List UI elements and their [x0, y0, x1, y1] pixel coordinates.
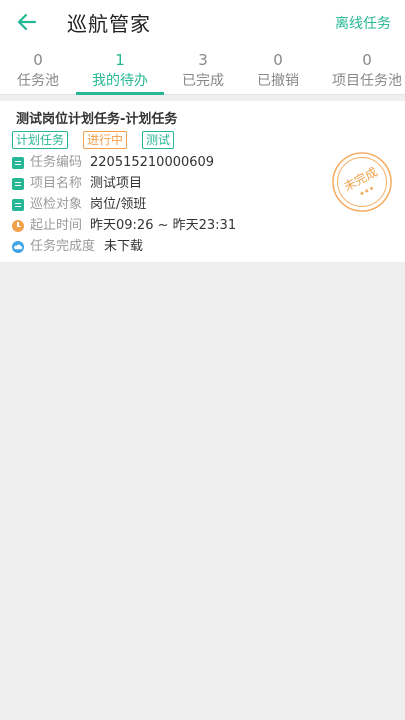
- tag-status-in-progress: 进行中: [83, 131, 128, 149]
- field-value: 测试项目: [90, 176, 143, 191]
- tab-count: 0: [362, 51, 372, 69]
- tab-task-pool[interactable]: 0 任务池: [0, 52, 76, 95]
- document-icon: [12, 178, 24, 190]
- tab-bar: 0 任务池 1 我的待办 3 已完成 0 已撤销 0 项目任务池: [0, 44, 405, 95]
- active-tab-indicator: [76, 92, 164, 95]
- document-icon: [12, 157, 24, 169]
- document-icon: [12, 199, 24, 211]
- incomplete-stamp: 未完成 ★★★: [332, 152, 392, 212]
- tab-revoked[interactable]: 0 已撤销: [242, 52, 314, 95]
- task-title: 测试岗位计划任务-计划任务: [16, 112, 178, 127]
- field-label: 巡检对象: [30, 197, 83, 212]
- cloud-icon: [12, 241, 24, 253]
- tab-label: 任务池: [17, 73, 59, 89]
- field-label: 任务完成度: [30, 239, 96, 254]
- field-label: 项目名称: [30, 176, 83, 191]
- tab-label: 已完成: [182, 73, 224, 89]
- tab-completed[interactable]: 3 已完成: [164, 52, 242, 95]
- tab-label: 项目任务池: [332, 73, 402, 89]
- back-arrow-icon[interactable]: [14, 9, 40, 35]
- tab-label: 已撤销: [257, 73, 299, 89]
- page-title: 巡航管家: [67, 12, 151, 36]
- tag-test: 测试: [142, 131, 175, 149]
- tag-plan-task: 计划任务: [12, 131, 69, 149]
- tab-count: 0: [273, 51, 283, 69]
- field-value: 岗位/领班: [90, 197, 147, 212]
- tab-project-task-pool[interactable]: 0 项目任务池: [326, 52, 405, 95]
- tab-count: 1: [115, 51, 125, 69]
- field-value: 220515210000609: [90, 155, 215, 170]
- tab-my-todo[interactable]: 1 我的待办: [76, 52, 164, 95]
- tab-label: 我的待办: [92, 73, 148, 89]
- tab-count: 3: [198, 51, 208, 69]
- offline-tasks-link[interactable]: 离线任务: [335, 13, 391, 33]
- task-card[interactable]: 测试岗位计划任务-计划任务 计划任务 进行中 测试 任务编码 220515210…: [0, 101, 405, 262]
- clock-icon: [12, 220, 24, 232]
- field-label: 起止时间: [30, 218, 83, 233]
- app-header: 巡航管家 离线任务: [0, 0, 405, 44]
- field-value: 未下载: [104, 239, 144, 254]
- field-value: 昨天09:26 ~ 昨天23:31: [90, 218, 237, 233]
- field-label: 任务编码: [30, 155, 83, 170]
- tab-count: 0: [33, 51, 43, 69]
